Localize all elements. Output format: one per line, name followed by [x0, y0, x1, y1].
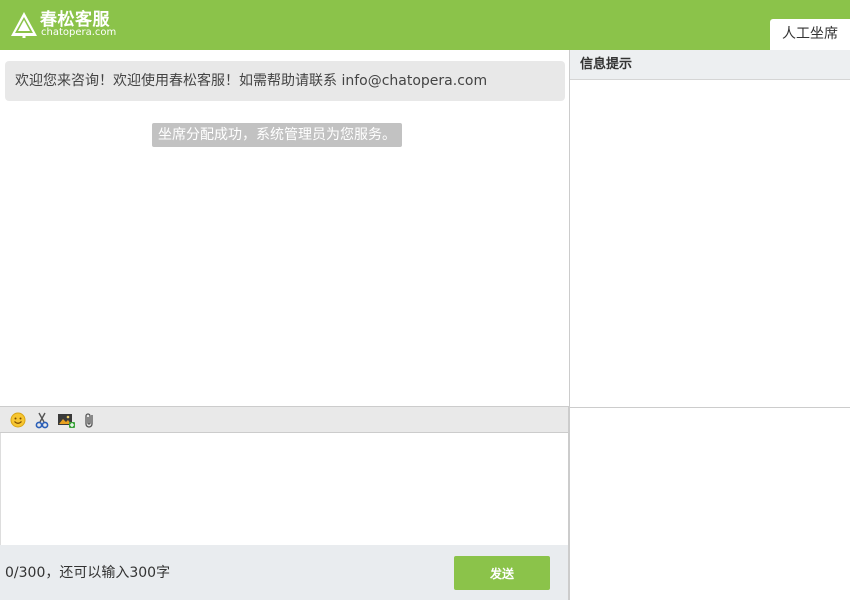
welcome-message: 欢迎您来咨询！欢迎使用春松客服！如需帮助请联系 info@chatopera.c… [5, 61, 565, 101]
send-button[interactable]: 发送 [454, 556, 550, 590]
char-counter: 0/300，还可以输入300字 [5, 565, 171, 581]
side-panel-divider [570, 407, 850, 408]
side-panel-title: 信息提示 [570, 50, 850, 80]
chat-message-area[interactable]: 欢迎您来咨询！欢迎使用春松客服！如需帮助请联系 info@chatopera.c… [0, 50, 570, 406]
image-upload-icon[interactable] [57, 411, 75, 429]
message-input[interactable] [1, 433, 568, 545]
message-input-area[interactable] [0, 433, 569, 545]
system-message: 坐席分配成功，系统管理员为您服务。 [152, 123, 402, 147]
app-header: 春松客服 chatopera.com 人工坐席 [0, 0, 850, 50]
input-toolbar [0, 406, 569, 433]
paperclip-icon[interactable] [81, 411, 99, 429]
info-side-panel: 信息提示 [569, 50, 850, 600]
input-footer: 0/300，还可以输入300字 发送 [0, 545, 569, 600]
tree-icon [11, 12, 37, 38]
scissors-icon[interactable] [33, 411, 51, 429]
emoji-icon[interactable] [9, 411, 27, 429]
logo-subtitle: chatopera.com [41, 27, 117, 38]
tab-human-agent[interactable]: 人工坐席 [770, 19, 850, 50]
